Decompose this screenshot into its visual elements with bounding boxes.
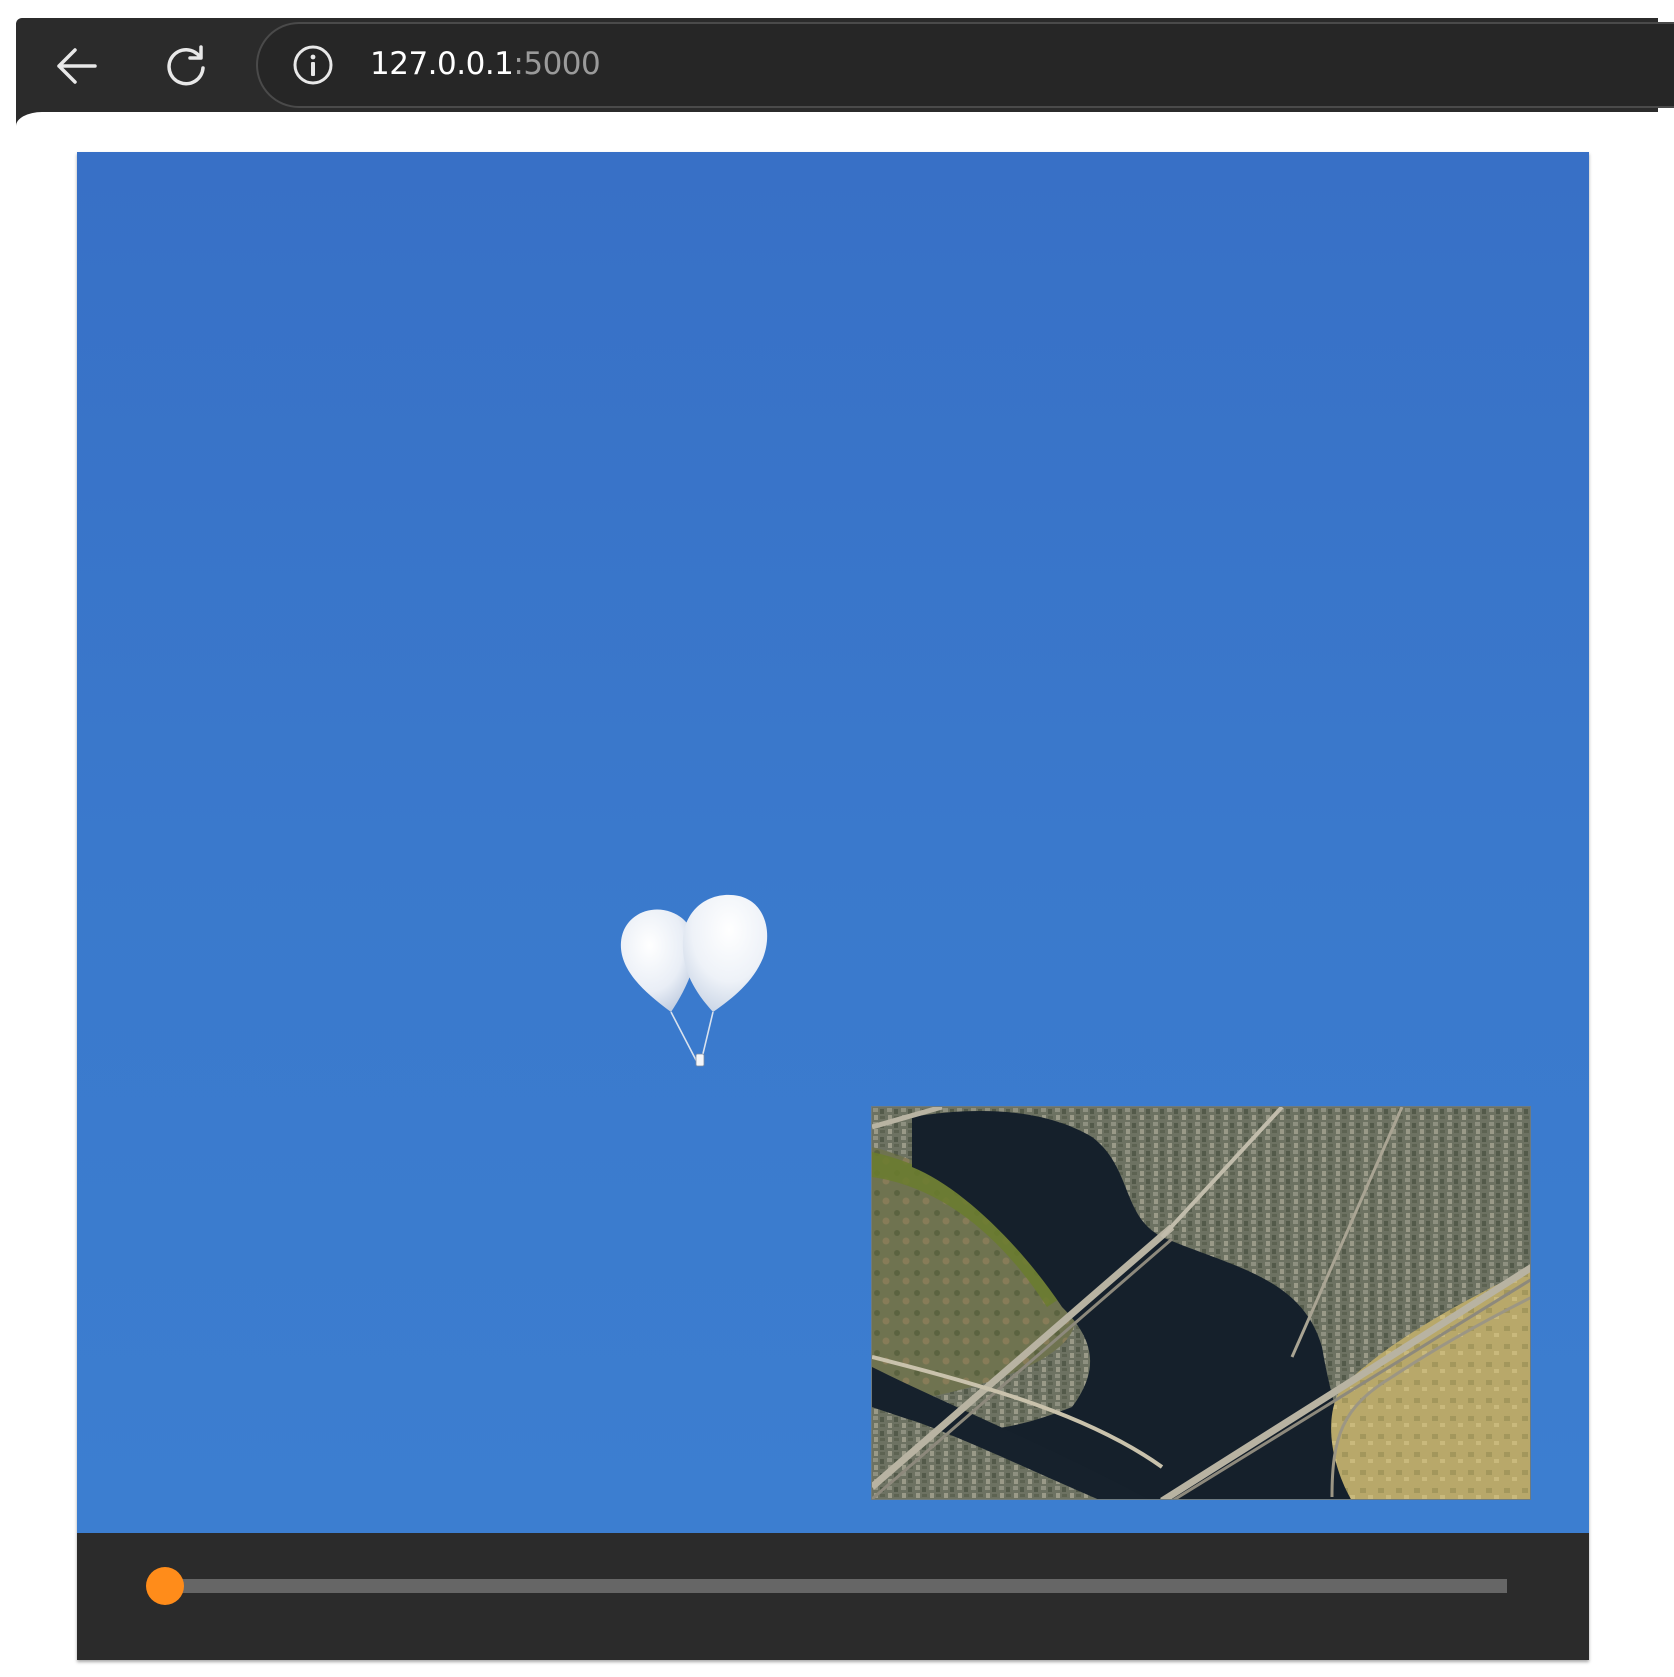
reload-button[interactable] — [156, 38, 216, 94]
player-controls — [77, 1533, 1589, 1660]
back-button[interactable] — [46, 38, 106, 94]
info-circle-icon — [293, 45, 333, 85]
arrow-left-icon — [57, 48, 97, 84]
page: 127.0.0.1:5000 — [0, 0, 1674, 1677]
address-bar[interactable]: 127.0.0.1:5000 — [256, 22, 1674, 108]
browser-toolbar: 127.0.0.1:5000 — [16, 18, 1674, 112]
seek-bar[interactable] — [146, 1567, 1507, 1605]
reload-icon — [167, 45, 205, 86]
url-host: 127.0.0.1 — [370, 46, 514, 82]
site-info-button[interactable] — [292, 44, 334, 86]
video-player[interactable] — [77, 152, 1589, 1660]
url-text[interactable]: 127.0.0.1:5000 — [370, 42, 601, 86]
satellite-map-inset — [871, 1106, 1531, 1500]
balloon-image — [620, 894, 768, 1067]
url-port: :5000 — [513, 46, 601, 82]
video-frame[interactable] — [77, 152, 1589, 1533]
toolbar-corner — [16, 112, 46, 126]
satellite-map-image — [872, 1107, 1530, 1499]
seek-thumb[interactable] — [146, 1567, 184, 1605]
